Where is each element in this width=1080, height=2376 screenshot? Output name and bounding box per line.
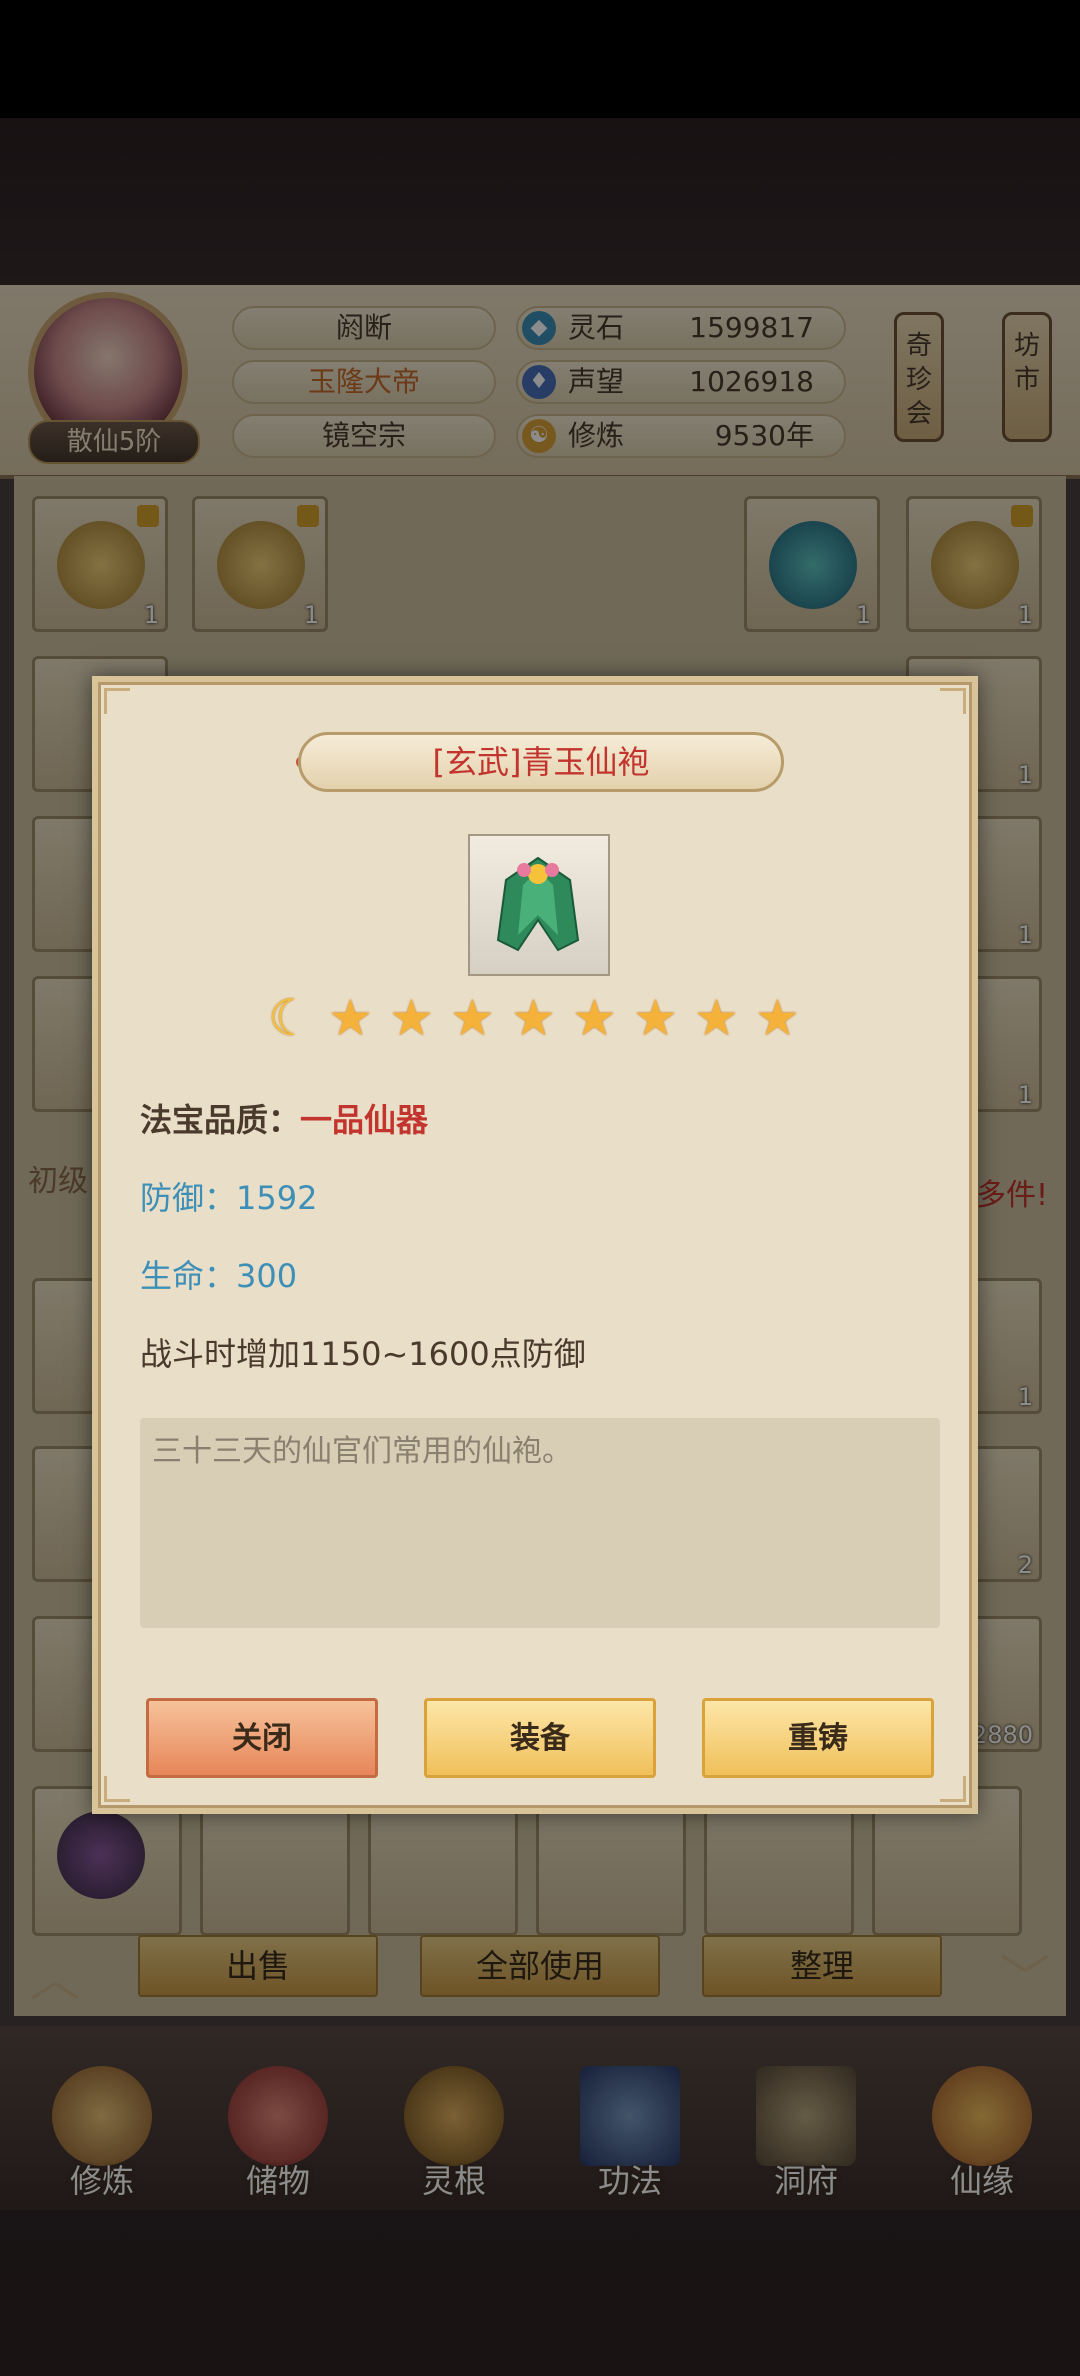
corner-ornament — [104, 688, 130, 714]
effect-text: 战斗时增加1150~1600点防御 — [140, 1335, 586, 1373]
quality-row: 法宝品质：一品仙器 — [140, 1098, 428, 1142]
life-stat: 生命：300 — [140, 1257, 298, 1295]
star-icon: ★ — [511, 989, 556, 1047]
description-text: 三十三天的仙官们常用的仙袍。 — [152, 1434, 572, 1469]
star-icon: ★ — [633, 989, 678, 1047]
defense-stat: 防御：1592 — [140, 1179, 318, 1217]
reforge-button[interactable]: 重铸 — [702, 1698, 934, 1778]
star-icon: ★ — [755, 989, 800, 1047]
star-icon: ★ — [450, 989, 495, 1047]
star-rating: ☾ ★ ★ ★ ★ ★ ★ ★ ★ — [268, 990, 812, 1046]
star-icon: ★ — [328, 989, 373, 1047]
corner-ornament — [940, 688, 966, 714]
star-icon: ★ — [572, 989, 617, 1047]
moon-icon: ☾ — [268, 989, 313, 1047]
quality-label: 法宝品质： — [140, 1101, 301, 1139]
equip-button[interactable]: 装备 — [424, 1698, 656, 1778]
star-icon: ★ — [694, 989, 739, 1047]
item-title: [玄武]青玉仙袍 — [298, 732, 784, 792]
corner-ornament — [940, 1776, 966, 1802]
corner-ornament — [104, 1776, 130, 1802]
robe-icon — [496, 856, 580, 952]
close-button[interactable]: 关闭 — [146, 1698, 378, 1778]
quality-value: 一品仙器 — [300, 1101, 429, 1139]
star-icon: ★ — [389, 989, 434, 1047]
